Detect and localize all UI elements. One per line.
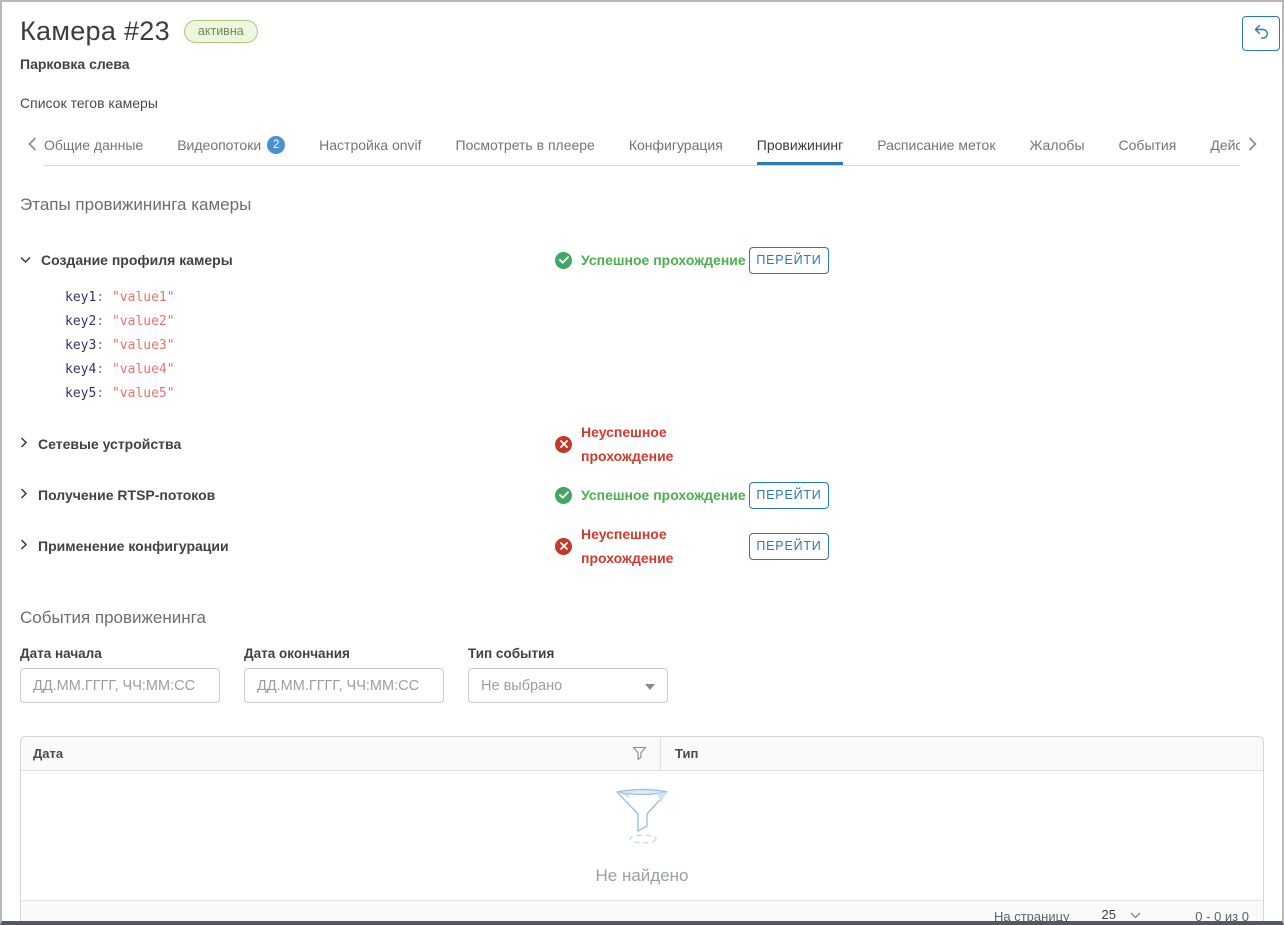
error-icon [555,436,572,453]
chevron-right-icon [20,537,28,555]
detail-line: key3: "value3" [65,334,1264,358]
empty-filter-icon [609,785,675,850]
event-filters: Дата начала Дата окончания Тип события Н… [20,646,1264,703]
detail-line: key2: "value2" [65,310,1264,334]
error-icon [555,538,572,555]
events-section-title: События провиженинга [20,608,1264,628]
success-icon [555,252,572,269]
status-text: Успешное прохождение [581,483,746,507]
stage-toggle-network-devices[interactable]: Сетевые устройства [20,435,555,453]
per-page-label: На страницу [994,909,1070,924]
start-date-input[interactable] [20,668,220,703]
stage-toggle-profile-creation[interactable]: Создание профиля камеры [20,251,555,269]
stage-status: Успешное прохождение [555,248,749,272]
stage-row-rtsp-streams: Получение RTSP-потоков Успешное прохожде… [20,480,1264,510]
start-date-field: Дата начала [20,646,220,703]
events-table: Дата Тип [20,736,1264,925]
table-footer: На страницу 25 0 - 0 из 0 [21,900,1263,925]
detail-line: key5: "value5" [65,382,1264,406]
chevron-right-icon [20,486,28,504]
detail-line: key1: "value1" [65,286,1264,310]
tab-video-streams[interactable]: Видеопотоки 2 [177,132,285,165]
go-button[interactable]: ПЕРЕЙТИ [749,533,829,560]
chevron-right-icon [20,435,28,453]
camera-location: Парковка слева [20,56,1264,72]
empty-state-text: Не найдено [595,866,688,886]
column-header-date: Дата [21,737,661,770]
stages-section-title: Этапы провижининга камеры [20,195,1264,215]
back-button[interactable] [1242,16,1280,51]
event-type-select[interactable]: Не выбрано [468,668,668,703]
stage-toggle-rtsp-streams[interactable]: Получение RTSP-потоков [20,486,555,504]
tab-bar: Общие данные Видеопотоки 2 Настройка onv… [20,132,1264,166]
table-header: Дата Тип [21,737,1263,771]
status-text: Успешное прохождение [581,248,746,272]
tabs-scroll-left[interactable] [20,137,44,166]
event-type-label: Тип события [468,646,668,661]
status-badge: активна [184,20,258,43]
tab-strip: Общие данные Видеопотоки 2 Настройка onv… [44,132,1240,166]
stage-status: Успешное прохождение [555,483,749,507]
per-page-select[interactable]: 25 [1096,905,1145,925]
undo-icon [1251,23,1271,44]
tab-events[interactable]: События [1119,132,1177,165]
tabs-scroll-right[interactable] [1240,137,1264,166]
end-date-field: Дата окончания [244,646,444,703]
go-button[interactable]: ПЕРЕЙТИ [749,247,829,274]
stage-status: Неуспешное прохождение [555,522,749,570]
video-streams-count-badge: 2 [267,136,285,154]
tab-configuration[interactable]: Конфигурация [629,132,723,165]
tab-mark-schedule[interactable]: Расписание меток [877,132,995,165]
date-filter-icon[interactable] [633,747,646,760]
stage-row-network-devices: Сетевые устройства Неуспешное прохождени… [20,420,1264,468]
chevron-right-icon [1248,137,1257,156]
success-icon [555,487,572,504]
end-date-label: Дата окончания [244,646,444,661]
stage-row-apply-configuration: Применение конфигурации Неуспешное прохо… [20,522,1264,570]
page-title: Камера #23 [20,16,170,47]
detail-line: key4: "value4" [65,358,1264,382]
app-window: Камера #23 активна Парковка слева Список… [0,0,1284,925]
tab-provisioning[interactable]: Провижининг [757,132,843,165]
camera-tags-label: Список тегов камеры [20,95,1264,111]
pagination-range: 0 - 0 из 0 [1179,909,1249,924]
chevron-down-icon [20,251,31,269]
go-button[interactable]: ПЕРЕЙТИ [749,482,829,509]
tab-player[interactable]: Посмотреть в плеере [456,132,595,165]
camera-page: Камера #23 активна Парковка слева Список… [2,16,1282,925]
stage-details: key1: "value1" key2: "value2" key3: "val… [65,286,1264,406]
status-text: Неуспешное прохождение [581,420,693,468]
tab-onvif[interactable]: Настройка onvif [319,132,421,165]
start-date-label: Дата начала [20,646,220,661]
tab-actions[interactable]: Дейст [1210,132,1240,165]
tab-complaints[interactable]: Жалобы [1029,132,1084,165]
chevron-down-icon [1130,907,1141,922]
event-type-field: Тип события Не выбрано [468,646,668,703]
end-date-input[interactable] [244,668,444,703]
status-text: Неуспешное прохождение [581,522,693,570]
column-header-type: Тип [661,737,1263,770]
dropdown-arrow-icon [645,678,655,694]
stage-row-profile-creation: Создание профиля камеры Успешное прохожд… [20,245,1264,275]
stage-status: Неуспешное прохождение [555,420,749,468]
chevron-left-icon [28,137,37,156]
stage-toggle-apply-configuration[interactable]: Применение конфигурации [20,537,555,555]
empty-state: Не найдено [21,771,1263,900]
tab-general[interactable]: Общие данные [44,132,143,165]
page-header: Камера #23 активна [20,16,1264,47]
